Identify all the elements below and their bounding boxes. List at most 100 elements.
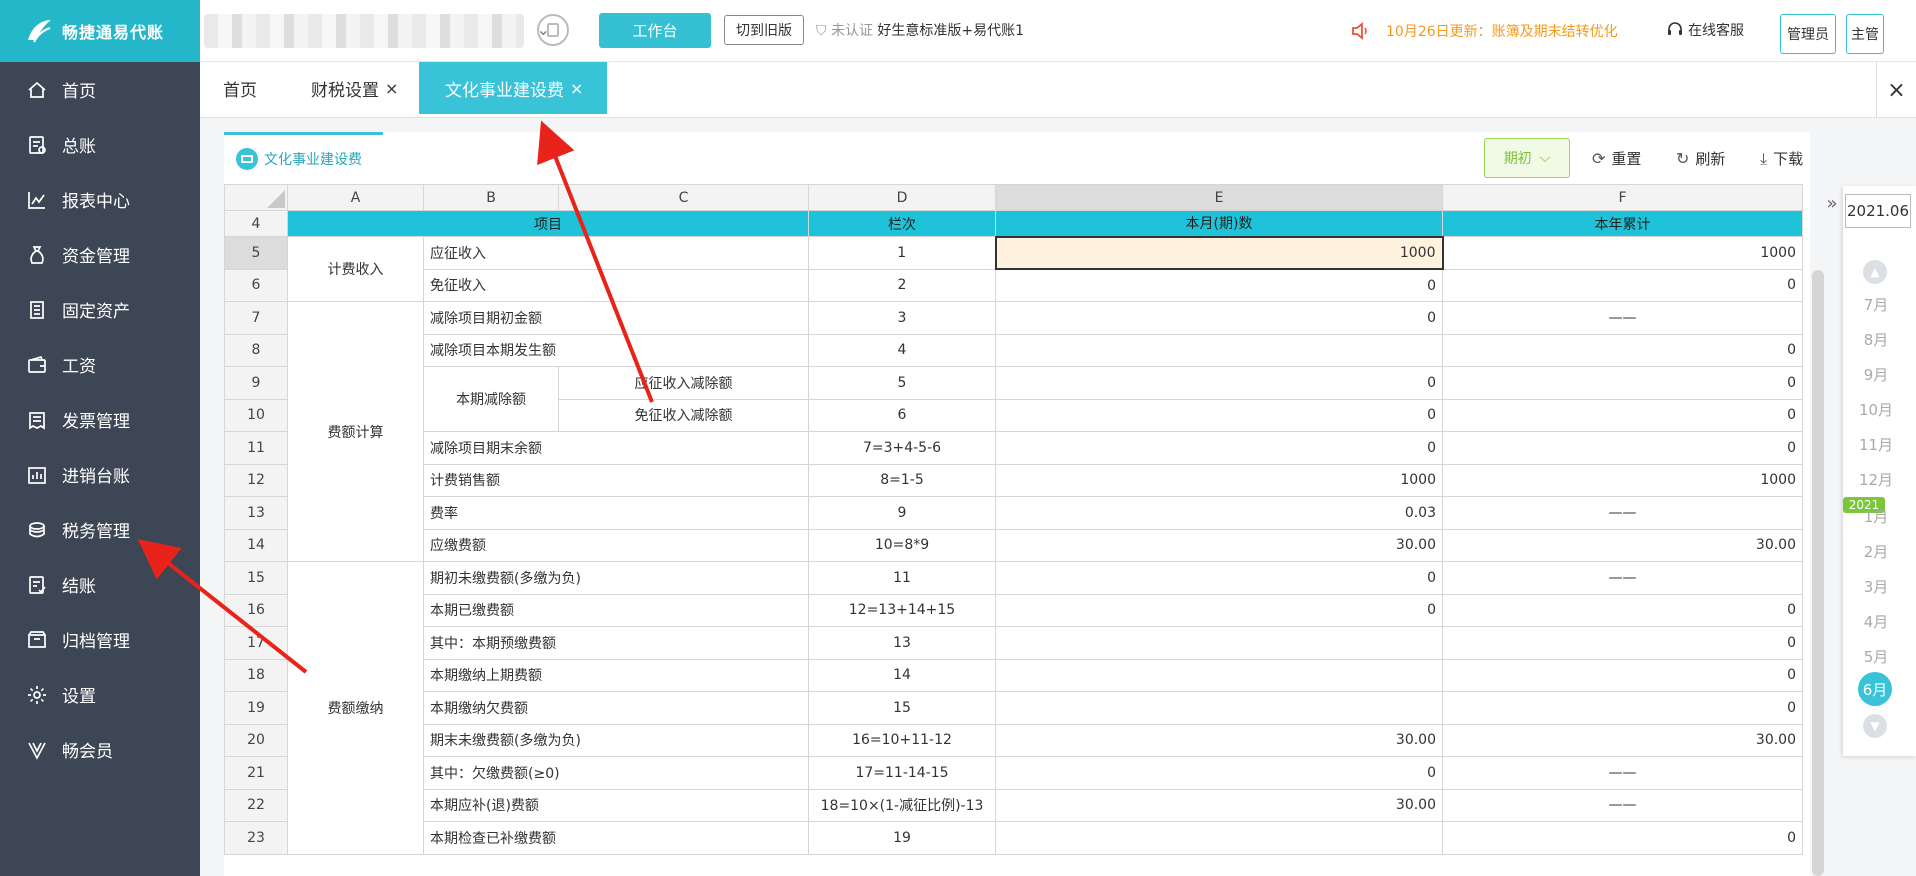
row-number[interactable]: 19 [224,691,288,725]
sidebar-item-tax[interactable]: 税务管理 [0,502,200,557]
current-value-cell[interactable]: 1000 [994,235,1444,270]
month-item[interactable]: 2月 [1843,541,1909,562]
row-number[interactable]: 21 [224,756,288,790]
column-header[interactable]: B [423,184,559,211]
row-number[interactable]: 20 [224,723,288,757]
ytd-value-cell[interactable]: 0 [1442,626,1803,660]
ytd-value-cell[interactable]: 0 [1442,821,1803,855]
sidebar-item-close-accounts[interactable]: 结账 [0,557,200,612]
current-value-cell[interactable]: 0 [995,301,1443,335]
column-header[interactable]: D [808,184,996,211]
current-value-cell[interactable]: 0 [995,431,1443,465]
current-value-cell[interactable]: 0 [995,561,1443,595]
scroll-down-icon[interactable]: ▼ [1863,714,1887,738]
row-number[interactable]: 13 [224,496,288,530]
row-number[interactable]: 18 [224,658,288,692]
current-value-cell[interactable]: 1000 [995,463,1443,497]
month-item[interactable]: 12月 [1843,469,1909,490]
role-admin-button[interactable]: 管理员 [1780,14,1836,54]
row-number[interactable]: 17 [224,626,288,660]
current-value-cell[interactable] [995,691,1443,725]
tab-culture-construction-fee[interactable]: 文化事业建设费 × [419,62,607,114]
update-notice[interactable]: 10月26日更新：账簿及期末结转优化 [1350,20,1618,42]
row-number[interactable]: 8 [224,333,288,367]
row-number[interactable]: 23 [224,821,288,855]
current-value-cell[interactable] [995,333,1443,367]
month-item[interactable]: 7月 [1843,294,1909,315]
sidebar-item-inventory[interactable]: 进销台账 [0,447,200,502]
vertical-scrollbar[interactable] [1812,270,1824,876]
current-month[interactable]: 6月 [1858,672,1892,706]
ytd-value-cell[interactable]: 1000 [1442,236,1803,270]
current-value-cell[interactable]: 0 [995,756,1443,790]
row-number[interactable]: 16 [224,593,288,627]
row-number[interactable]: 12 [224,463,288,497]
ytd-value-cell[interactable]: 0 [1442,398,1803,432]
sidebar-item-payroll[interactable]: 工资 [0,337,200,392]
current-value-cell[interactable]: 30.00 [995,788,1443,822]
current-value-cell[interactable]: 30.00 [995,723,1443,757]
row-number[interactable]: 22 [224,788,288,822]
ytd-value-cell[interactable]: 0 [1442,268,1803,302]
online-service-link[interactable]: 在线客服 [1666,20,1744,40]
ytd-value-cell[interactable]: 30.00 [1442,723,1803,757]
current-value-cell[interactable] [995,821,1443,855]
row-number[interactable]: 15 [224,561,288,595]
workbench-button[interactable]: 工作台 [599,13,711,48]
tab-tax-settings[interactable]: 财税设置 × [311,62,398,114]
month-item[interactable]: 4月 [1843,611,1909,632]
close-icon[interactable]: × [385,79,398,98]
refresh-button[interactable]: ↻ 刷新 [1676,148,1725,169]
role-supervisor-button[interactable]: 主管 [1846,14,1884,54]
sidebar-item-reports[interactable]: 报表中心 [0,172,200,227]
ytd-value-cell[interactable]: 30.00 [1442,528,1803,562]
row-number[interactable]: 6 [224,268,288,302]
ytd-value-cell[interactable]: 0 [1442,366,1803,400]
month-item[interactable]: 11月 [1843,434,1909,455]
close-all-tabs-button[interactable]: × [1876,62,1916,118]
current-value-cell[interactable]: 30.00 [995,528,1443,562]
current-value-cell[interactable]: 0 [995,398,1443,432]
month-item[interactable]: 8月 [1843,329,1909,350]
double-chevron-right-icon[interactable]: » [1822,186,1842,220]
sidebar-item-archive[interactable]: 归档管理 [0,612,200,667]
sidebar-item-fixed-assets[interactable]: 固定资产 [0,282,200,337]
sidebar-item-invoices[interactable]: 发票管理 [0,392,200,447]
current-value-cell[interactable] [995,658,1443,692]
reset-button[interactable]: ⟳ 重置 [1592,148,1641,169]
row-number[interactable]: 4 [224,210,288,237]
history-icon[interactable] [537,14,569,46]
current-period-display[interactable]: 2021.06 [1845,194,1911,228]
column-header[interactable]: C [558,184,809,211]
row-number[interactable]: 10 [224,398,288,432]
row-number[interactable]: 7 [224,301,288,335]
switch-old-version-button[interactable]: 切到旧版 [724,15,804,45]
row-number[interactable]: 14 [224,528,288,562]
download-button[interactable]: ⤓ 下载 [1760,148,1803,169]
ytd-value-cell[interactable]: 0 [1442,333,1803,367]
sidebar-item-home[interactable]: 首页 [0,62,200,117]
current-value-cell[interactable]: 0.03 [995,496,1443,530]
close-icon[interactable]: × [570,79,583,98]
column-header[interactable]: F [1442,184,1803,211]
current-value-cell[interactable]: 0 [995,268,1443,302]
ytd-value-cell[interactable]: 0 [1442,593,1803,627]
period-dropdown-button[interactable]: 期初 ⌵ [1484,138,1570,178]
column-header[interactable]: A [287,184,424,211]
row-number[interactable]: 11 [224,431,288,465]
tab-home[interactable]: 首页 [223,62,257,114]
month-item[interactable]: 3月 [1843,576,1909,597]
brand-logo[interactable]: 畅捷通易代账 [0,0,200,62]
month-item[interactable]: 9月 [1843,364,1909,385]
sidebar-item-settings[interactable]: 设置 [0,667,200,722]
sidebar-item-funds[interactable]: 资金管理 [0,227,200,282]
current-value-cell[interactable]: 0 [995,366,1443,400]
row-number[interactable]: 5 [224,236,288,270]
row-number[interactable]: 9 [224,366,288,400]
ytd-value-cell[interactable]: 1000 [1442,463,1803,497]
ytd-value-cell[interactable]: 0 [1442,691,1803,725]
company-selector[interactable]: ⌄ [204,14,550,48]
current-value-cell[interactable]: 0 [995,593,1443,627]
ytd-value-cell[interactable]: 0 [1442,431,1803,465]
column-header[interactable]: E [995,184,1443,211]
